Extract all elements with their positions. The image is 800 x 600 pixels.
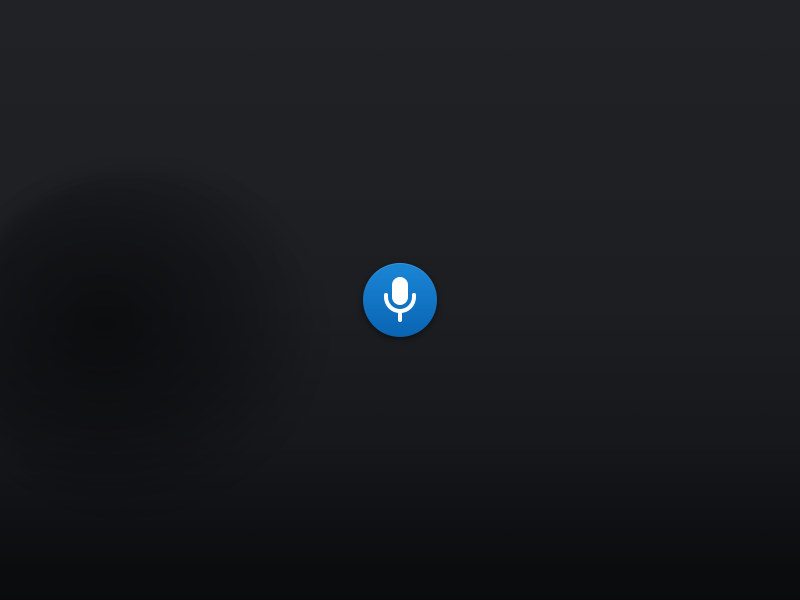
background-fade bbox=[0, 440, 800, 600]
microphone-button[interactable] bbox=[363, 263, 437, 337]
microphone-icon bbox=[384, 277, 416, 322]
voice-assistant-screen bbox=[0, 0, 800, 600]
